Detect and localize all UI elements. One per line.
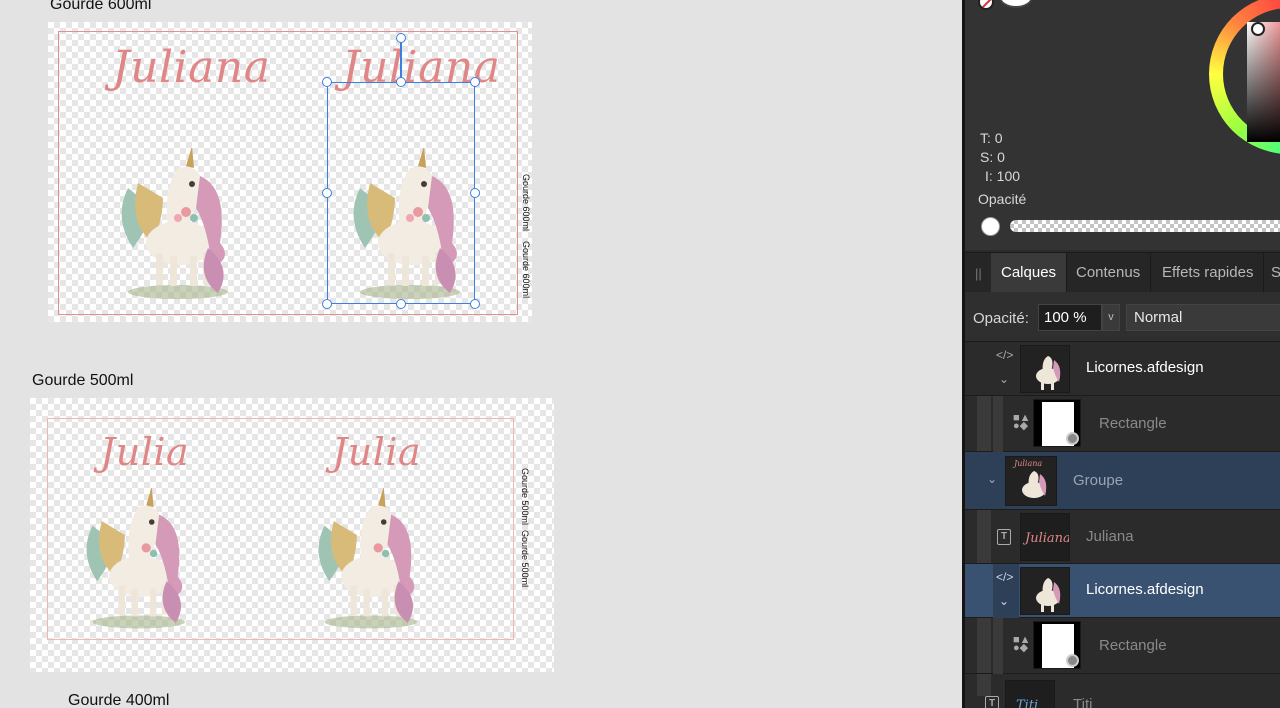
- layer-thumbnail: [1020, 345, 1070, 393]
- intensity-value: I: 100: [985, 168, 1021, 184]
- layer-name[interactable]: Licornes.afdesign: [1086, 581, 1204, 598]
- tab-effets-rapides[interactable]: Effets rapides: [1152, 253, 1265, 293]
- resize-handle-left[interactable]: [322, 188, 332, 198]
- name-text-right[interactable]: Julia: [332, 430, 421, 474]
- layer-options: Opacité: 100 % v Normal: [965, 292, 1280, 342]
- saturation-value: S: 0: [980, 149, 1005, 165]
- layer-name[interactable]: Juliana: [1086, 528, 1134, 545]
- canvas[interactable]: Gourde 600ml Juliana Juliana Gourde 600m…: [0, 0, 962, 708]
- embedded-doc-icon: </>: [996, 570, 1014, 584]
- no-fill-swatch[interactable]: [978, 0, 994, 10]
- vertical-label-500: Gourde 500ml Gourde 500ml: [520, 468, 530, 588]
- layer-thumbnail: [1033, 399, 1081, 447]
- resize-handle-bottom-left[interactable]: [322, 299, 332, 309]
- chevron-down-icon[interactable]: ⌄: [999, 594, 1009, 608]
- artboard-title-600[interactable]: Gourde 600ml: [50, 0, 151, 14]
- layer-opacity-label: Opacité:: [973, 310, 1029, 327]
- unicorn-image[interactable]: [306, 488, 430, 630]
- layer-name[interactable]: Rectangle: [1099, 415, 1167, 432]
- resize-handle-top-right[interactable]: [470, 77, 480, 87]
- color-picker-square[interactable]: [1247, 22, 1280, 142]
- artboard-title-500[interactable]: Gourde 500ml: [32, 372, 133, 390]
- artboard-title-400[interactable]: Gourde 400ml: [68, 692, 169, 708]
- name-text-left[interactable]: Juliana: [112, 42, 270, 93]
- layer-row-selected[interactable]: ⌄ Juliana Groupe: [965, 452, 1280, 510]
- resize-handle-top-left[interactable]: [322, 77, 332, 87]
- layer-row[interactable]: ■▲ ●◆ Rectangle: [965, 618, 1280, 674]
- opacity-slider[interactable]: [1010, 220, 1280, 232]
- layer-thumbnail: Titi: [1005, 680, 1055, 708]
- studio-panel: T: 0 S: 0 I: 100 Opacité || Calques Cont…: [962, 0, 1280, 708]
- blend-mode-select[interactable]: Normal: [1126, 304, 1280, 331]
- chevron-down-icon[interactable]: ⌄: [999, 372, 1009, 386]
- layer-opacity-input[interactable]: 100 %: [1038, 304, 1102, 331]
- rotation-handle-line: [400, 42, 402, 82]
- layer-name[interactable]: Groupe: [1073, 472, 1123, 489]
- tab-contenus[interactable]: Contenus: [1066, 253, 1152, 293]
- layer-thumbnail: Juliana: [1005, 456, 1057, 506]
- chevron-down-icon[interactable]: v: [1102, 304, 1120, 331]
- thumb-script-text: Titi: [1016, 698, 1038, 708]
- tab-more[interactable]: S: [1261, 253, 1280, 293]
- chevron-down-icon[interactable]: ⌄: [987, 472, 997, 486]
- layer-row[interactable]: T Titi Titi: [965, 674, 1280, 708]
- layer-name[interactable]: Licornes.afdesign: [1086, 359, 1204, 376]
- layer-thumbnail: [1033, 621, 1081, 669]
- layer-row[interactable]: </> ⌄ Licornes.afdesign: [965, 342, 1280, 396]
- resize-handle-bottom-right[interactable]: [470, 299, 480, 309]
- resize-handle-bottom[interactable]: [396, 299, 406, 309]
- layer-row[interactable]: ■▲ ●◆ Rectangle: [965, 396, 1280, 452]
- tree-indent: [993, 618, 1003, 674]
- layers-list: </> ⌄ Licornes.afdesign ■▲ ●◆ Rectangle ⌄…: [965, 342, 1280, 708]
- color-wheel-knob[interactable]: [1251, 22, 1265, 36]
- opacity-label: Opacité: [978, 191, 1027, 207]
- layer-row-selected[interactable]: </> ⌄ Licornes.afdesign: [965, 564, 1280, 618]
- tree-indent: [993, 396, 1003, 452]
- layer-name[interactable]: Titi: [1073, 696, 1092, 708]
- layer-thumbnail: [1020, 567, 1070, 615]
- layer-name[interactable]: Rectangle: [1099, 637, 1167, 654]
- panel-tabs: || Calques Contenus Effets rapides S: [965, 252, 1280, 293]
- thumb-script-text: Juliana: [1022, 531, 1070, 546]
- resize-handle-top[interactable]: [396, 77, 406, 87]
- fill-color-swatch[interactable]: [999, 0, 1033, 8]
- tab-calques[interactable]: Calques: [991, 253, 1068, 293]
- layer-thumbnail: Juliana: [1020, 513, 1070, 561]
- vertical-label-600: Gourde 600ml Gourde 600ml: [521, 174, 531, 299]
- rotation-handle[interactable]: [396, 33, 406, 43]
- text-layer-icon: T: [997, 529, 1011, 545]
- hue-value: T: 0: [980, 130, 1003, 146]
- shapes-icon: ■▲ ●◆: [1013, 412, 1031, 432]
- embedded-doc-icon: </>: [996, 348, 1014, 362]
- panel-grip-icon[interactable]: ||: [975, 266, 982, 281]
- opacity-slider-knob[interactable]: [981, 217, 1000, 236]
- name-text-left[interactable]: Julia: [100, 430, 189, 474]
- text-layer-icon: T: [985, 696, 999, 708]
- unicorn-image[interactable]: [74, 488, 198, 630]
- color-panel: T: 0 S: 0 I: 100 Opacité: [965, 0, 1280, 250]
- shapes-icon: ■▲ ●◆: [1013, 634, 1031, 654]
- resize-handle-right[interactable]: [470, 188, 480, 198]
- unicorn-image[interactable]: [108, 148, 242, 300]
- selection-box[interactable]: [327, 82, 475, 304]
- thumb-script-text: Juliana: [1012, 459, 1042, 468]
- layer-row[interactable]: T Juliana Juliana: [965, 510, 1280, 564]
